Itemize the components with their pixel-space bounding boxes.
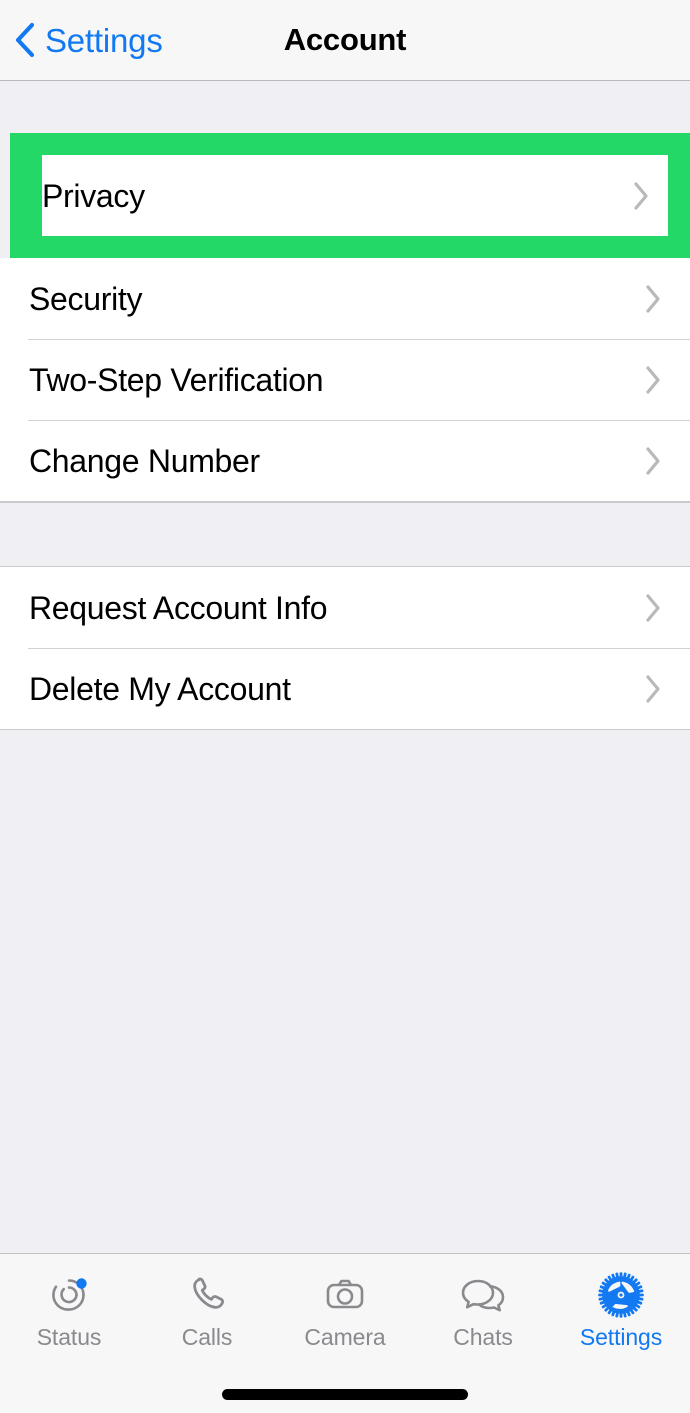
account-primary-group: Privacy Security Two-Step Verification C… [0, 133, 690, 502]
home-indicator[interactable] [222, 1388, 468, 1400]
tab-label: Settings [579, 1324, 663, 1350]
tab-label: Chats [453, 1324, 513, 1350]
settings-row-change-number[interactable]: Change Number [0, 420, 690, 501]
home-indicator-area [0, 1375, 690, 1413]
chevron-right-icon [644, 365, 662, 395]
chevron-left-icon [14, 22, 36, 58]
chevron-right-icon [644, 674, 662, 704]
tab-calls[interactable]: Calls [138, 1270, 276, 1349]
account-data-group: Request Account Info Delete My Account [0, 567, 690, 730]
gear-icon [594, 1270, 648, 1320]
status-rings-icon [42, 1270, 96, 1320]
chevron-right-icon [644, 593, 662, 623]
back-button-label: Settings [45, 21, 163, 59]
group-separator-spacer [0, 502, 690, 567]
top-spacer [0, 81, 690, 133]
settings-row-label: Delete My Account [29, 670, 291, 707]
settings-content: Privacy Security Two-Step Verification C… [0, 81, 690, 1253]
camera-icon [318, 1270, 372, 1320]
tab-label: Calls [181, 1324, 233, 1350]
settings-row-two-step-verification[interactable]: Two-Step Verification [0, 339, 690, 420]
chevron-right-icon [644, 284, 662, 314]
settings-row-label: Change Number [29, 442, 260, 479]
settings-row-request-account-info[interactable]: Request Account Info [0, 567, 690, 648]
privacy-highlight-box: Privacy [10, 133, 690, 258]
tab-bar: Status Calls Camera Chats Settings [0, 1253, 690, 1375]
settings-row-privacy[interactable]: Privacy [42, 155, 668, 236]
settings-row-security[interactable]: Security [0, 258, 690, 339]
chevron-right-icon [632, 181, 650, 211]
tab-settings[interactable]: Settings [552, 1270, 690, 1349]
chevron-right-icon [644, 446, 662, 476]
navigation-bar: Settings Account [0, 0, 690, 81]
tab-label: Status [36, 1324, 102, 1350]
settings-row-label: Privacy [42, 177, 145, 214]
account-primary-rows: Security Two-Step Verification Change Nu… [0, 258, 690, 502]
tab-label: Camera [304, 1324, 386, 1350]
back-button[interactable]: Settings [0, 22, 163, 58]
whatsapp-account-settings-screen: Settings Account Privacy Security Two-St… [0, 0, 690, 1413]
tab-camera[interactable]: Camera [276, 1270, 414, 1349]
settings-row-label: Two-Step Verification [29, 361, 324, 398]
settings-row-delete-my-account[interactable]: Delete My Account [0, 648, 690, 729]
tab-chats[interactable]: Chats [414, 1270, 552, 1349]
settings-row-label: Security [29, 280, 143, 317]
tab-status[interactable]: Status [0, 1270, 138, 1349]
phone-icon [180, 1270, 234, 1320]
settings-row-label: Request Account Info [29, 589, 328, 626]
chat-bubbles-icon [456, 1270, 510, 1320]
